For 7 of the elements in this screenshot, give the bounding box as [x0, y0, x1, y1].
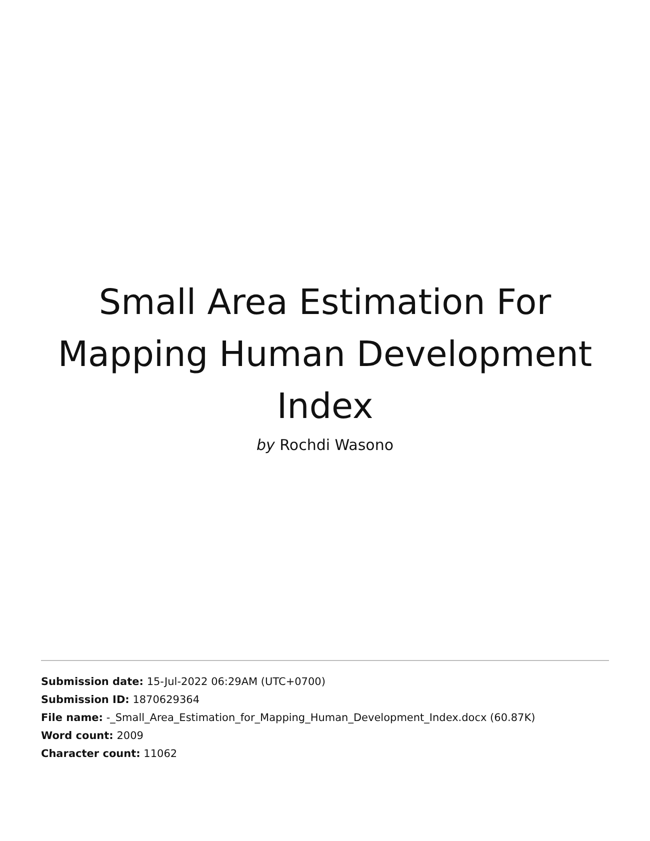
author-byline: by Rochdi Wasono — [256, 435, 394, 455]
document-title: Small Area Estimation For Mapping Human Development Index — [56, 282, 594, 429]
submission-detail: File name: -_Small_Area_Estimation_for_Mapping_Human_Development_Index.docx (60.87K) — [41, 711, 536, 726]
submission-detail: Character count: 11062 — [41, 747, 178, 762]
submission-detail: Submission ID: 1870629364 — [41, 693, 201, 708]
submission-detail: Submission date: 15-Jul-2022 06:29AM (UTC+0700) — [41, 675, 326, 690]
submission-detail: Word count: 2009 — [41, 729, 144, 744]
